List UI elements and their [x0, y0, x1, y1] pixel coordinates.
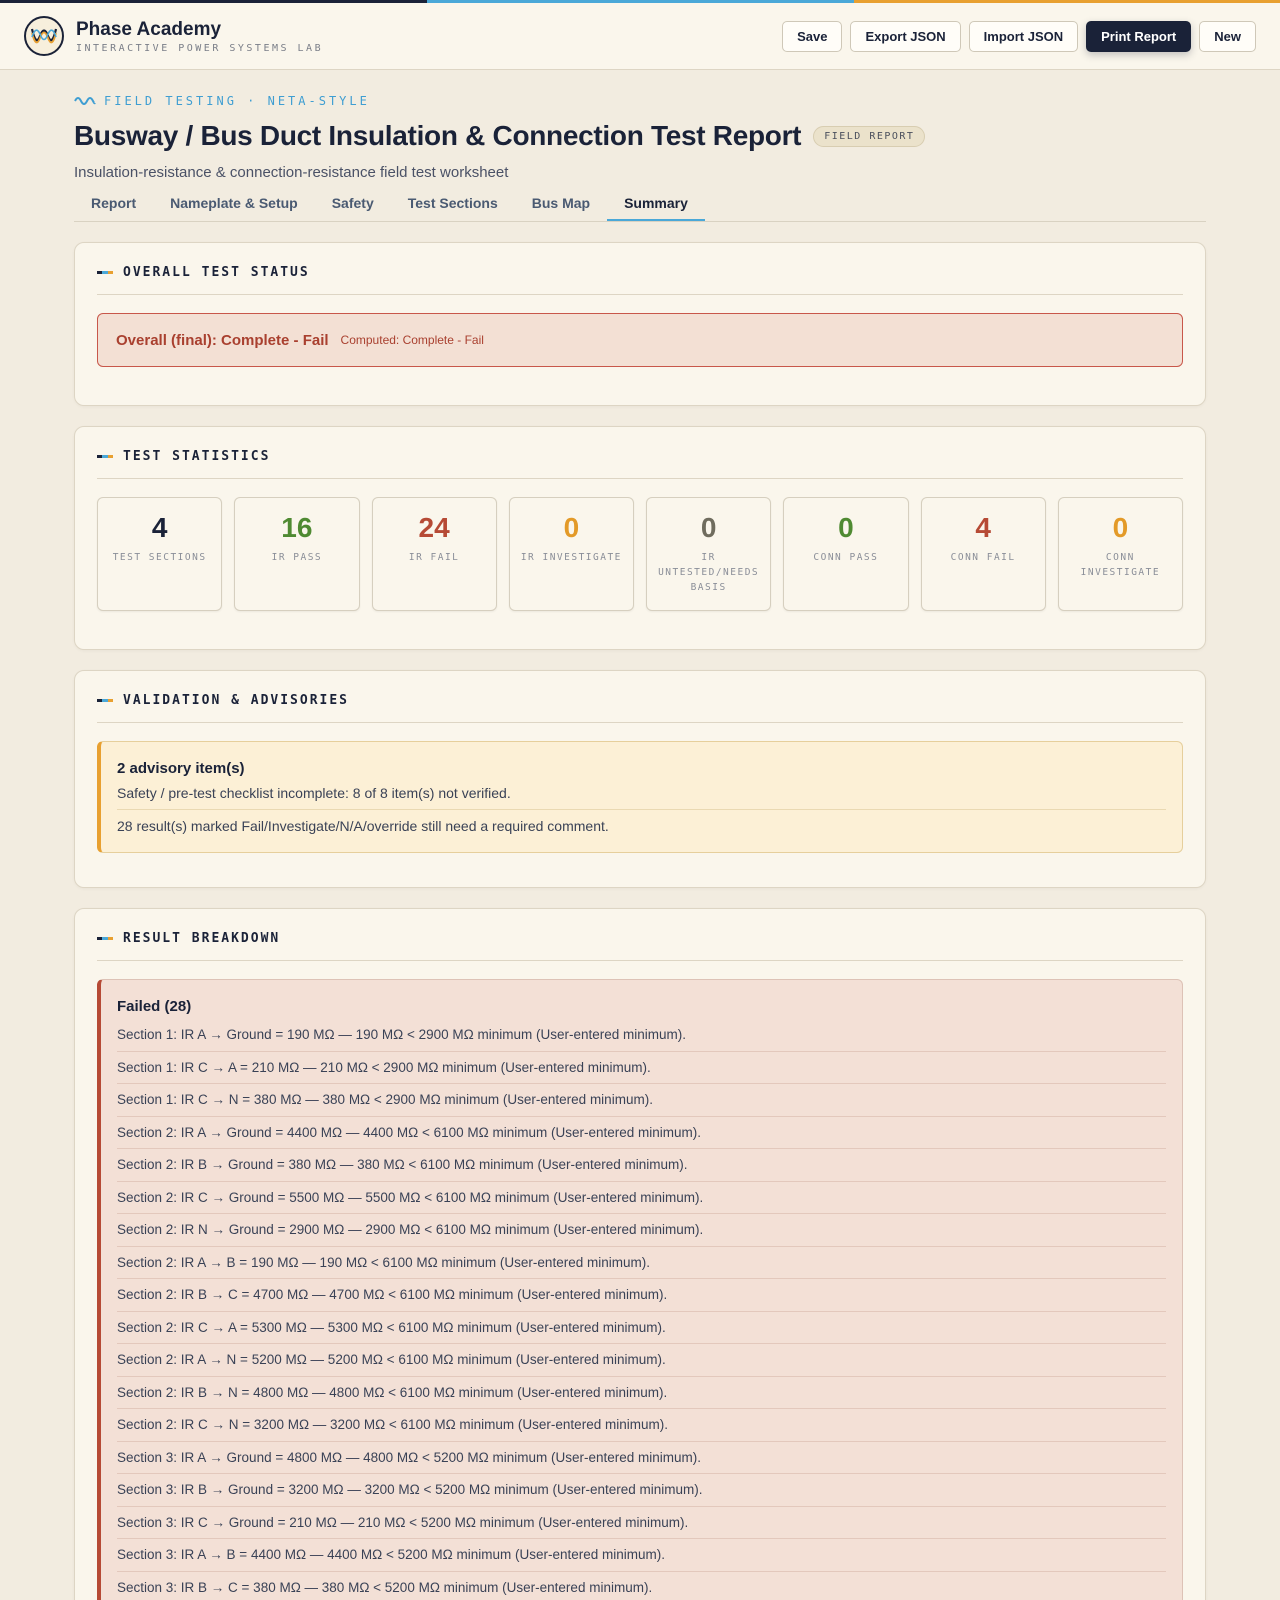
failed-result-item: Section 2: IR A → N = 5200 MΩ — 5200 MΩ …: [117, 1344, 1166, 1377]
sine-wave-icon: [74, 97, 96, 105]
stat-conn-pass: 0 CONN PASS: [783, 497, 909, 611]
toolbar: Save Export JSON Import JSON Print Repor…: [782, 20, 1256, 52]
card-title: VALIDATION & ADVISORIES: [123, 693, 350, 708]
advisory-count: 2 advisory item(s): [117, 760, 245, 777]
failed-result-item: Section 3: IR C → Ground = 210 MΩ — 210 …: [117, 1507, 1166, 1539]
stat-label: CONN FAIL: [950, 552, 1016, 563]
overall-status-banner: Overall (final): Complete - Fail Compute…: [97, 313, 1183, 367]
failed-result-item: Section 2: IR N → Ground = 2900 MΩ — 290…: [117, 1214, 1166, 1247]
stat-grid: 4 TEST SECTIONS 16 IR PASS 24 IR FAIL 0 …: [97, 497, 1183, 611]
new-button[interactable]: New: [1199, 20, 1256, 52]
stat-value: 4: [975, 512, 991, 543]
stat-value: 24: [418, 512, 450, 543]
brand-name: Phase Academy: [76, 18, 222, 40]
failed-result-item: Section 2: IR A → B = 190 MΩ — 190 MΩ < …: [117, 1247, 1166, 1279]
page-subtitle: Insulation-resistance & connection-resis…: [74, 164, 509, 181]
tab-summary[interactable]: Summary: [607, 187, 705, 221]
brand[interactable]: Phase Academy INTERACTIVE POWER SYSTEMS …: [24, 16, 323, 56]
failed-result-item: Section 1: IR A → Ground = 190 MΩ — 190 …: [117, 1019, 1166, 1052]
failed-result-item: Section 1: IR C → N = 380 MΩ — 380 MΩ < …: [117, 1084, 1166, 1117]
failed-result-item: Section 3: IR A → Ground = 4800 MΩ — 480…: [117, 1442, 1166, 1474]
tab-bar: Report Nameplate & Setup Safety Test Sec…: [74, 187, 1206, 222]
section-marker-icon: [97, 699, 113, 702]
card-header: OVERALL TEST STATUS: [97, 265, 1183, 295]
section-marker-icon: [97, 271, 113, 274]
tab-nameplate-setup[interactable]: Nameplate & Setup: [153, 187, 315, 221]
failed-result-item: Section 1: IR C → A = 210 MΩ — 210 MΩ < …: [117, 1052, 1166, 1084]
stat-value: 16: [281, 512, 313, 543]
failed-result-item: Section 2: IR C → Ground = 5500 MΩ — 550…: [117, 1182, 1166, 1214]
failed-result-item: Section 3: IR B → C = 380 MΩ — 380 MΩ < …: [117, 1572, 1166, 1600]
overall-status-card: OVERALL TEST STATUS Overall (final): Com…: [74, 242, 1206, 406]
stat-ir-investigate: 0 IR INVESTIGATE: [508, 497, 634, 611]
tab-bus-map[interactable]: Bus Map: [515, 187, 607, 221]
failed-results-panel: Failed (28) Section 1: IR A → Ground = 1…: [97, 979, 1183, 1600]
eyebrow-label: FIELD TESTING · NETA-STYLE: [104, 94, 370, 108]
failed-result-item: Section 3: IR B → Ground = 3200 MΩ — 320…: [117, 1474, 1166, 1507]
result-breakdown-card: RESULT BREAKDOWN Failed (28) Section 1: …: [74, 908, 1206, 1600]
stat-ir-fail: 24 IR FAIL: [371, 497, 497, 611]
failed-result-item: Section 2: IR B → Ground = 380 MΩ — 380 …: [117, 1149, 1166, 1182]
validation-card: VALIDATION & ADVISORIES 2 advisory item(…: [74, 670, 1206, 888]
advisory-item: 28 result(s) marked Fail/Investigate/N/A…: [117, 818, 609, 834]
failed-result-item: Section 2: IR B → C = 4700 MΩ — 4700 MΩ …: [117, 1279, 1166, 1312]
failed-count: Failed (28): [117, 998, 192, 1015]
stat-label: IR INVESTIGATE: [520, 552, 622, 563]
tab-safety[interactable]: Safety: [315, 187, 391, 221]
stat-ir-untested: 0 IR UNTESTED/NEEDS BASIS: [646, 497, 772, 611]
stat-label: IR UNTESTED/NEEDS BASIS: [658, 552, 760, 593]
phase-wave-logo-icon: [24, 16, 64, 56]
failed-result-item: Section 2: IR C → N = 3200 MΩ — 3200 MΩ …: [117, 1409, 1166, 1442]
card-header: RESULT BREAKDOWN: [97, 931, 1183, 961]
stat-value: 0: [1112, 512, 1129, 543]
stat-test-sections: 4 TEST SECTIONS: [97, 497, 223, 611]
stat-conn-investigate: 0 CONN INVESTIGATE: [1057, 497, 1183, 611]
stat-value: 0: [700, 512, 717, 543]
report-type-badge: FIELD REPORT: [813, 125, 926, 147]
stat-value: 4: [151, 512, 168, 543]
failed-result-item: Section 3: IR A → B = 4400 MΩ — 4400 MΩ …: [117, 1539, 1166, 1572]
test-statistics-card: TEST STATISTICS 4 TEST SECTIONS 16 IR PA…: [74, 426, 1206, 650]
overall-final-status: Overall (final): Complete - Fail: [116, 331, 329, 349]
stat-label: CONN INVESTIGATE: [1080, 552, 1161, 578]
page-title: Busway / Bus Duct Insulation & Connectio…: [74, 120, 802, 151]
stat-ir-pass: 16 IR PASS: [234, 497, 360, 611]
advisory-item: Safety / pre-test checklist incomplete: …: [117, 777, 1166, 810]
print-report-button[interactable]: Print Report: [1086, 20, 1192, 52]
tab-report[interactable]: Report: [74, 187, 153, 221]
failed-result-item: Section 2: IR B → N = 4800 MΩ — 4800 MΩ …: [117, 1377, 1166, 1409]
tab-test-sections[interactable]: Test Sections: [391, 187, 515, 221]
title-row: Busway / Bus Duct Insulation & Connectio…: [74, 120, 1206, 152]
card-title: OVERALL TEST STATUS: [123, 265, 310, 280]
stat-label: IR PASS: [271, 552, 323, 563]
brand-tagline: INTERACTIVE POWER SYSTEMS LAB: [76, 42, 324, 54]
import-json-button[interactable]: Import JSON: [968, 20, 1079, 52]
stat-value: 0: [838, 512, 854, 543]
card-title: TEST STATISTICS: [123, 449, 271, 464]
section-marker-icon: [97, 455, 113, 458]
save-button[interactable]: Save: [782, 20, 843, 52]
failed-result-item: Section 2: IR A → Ground = 4400 MΩ — 440…: [117, 1117, 1166, 1149]
section-marker-icon: [97, 937, 113, 940]
card-header: VALIDATION & ADVISORIES: [97, 693, 1183, 723]
eyebrow: FIELD TESTING · NETA-STYLE: [74, 94, 1206, 108]
stat-label: CONN PASS: [813, 552, 879, 563]
card-title: RESULT BREAKDOWN: [123, 931, 281, 946]
app-header: Phase Academy INTERACTIVE POWER SYSTEMS …: [0, 3, 1280, 70]
card-header: TEST STATISTICS: [97, 449, 1183, 479]
failed-result-item: Section 2: IR C → A = 5300 MΩ — 5300 MΩ …: [117, 1312, 1166, 1344]
stat-label: IR FAIL: [408, 552, 460, 563]
stat-value: 0: [563, 512, 580, 543]
computed-status: Computed: Complete - Fail: [340, 333, 484, 347]
stat-conn-fail: 4 CONN FAIL: [920, 497, 1046, 611]
main-content: FIELD TESTING · NETA-STYLE Busway / Bus …: [74, 70, 1206, 1600]
export-json-button[interactable]: Export JSON: [850, 20, 961, 52]
advisory-panel: 2 advisory item(s) Safety / pre-test che…: [97, 741, 1183, 853]
stat-label: TEST SECTIONS: [112, 552, 207, 563]
